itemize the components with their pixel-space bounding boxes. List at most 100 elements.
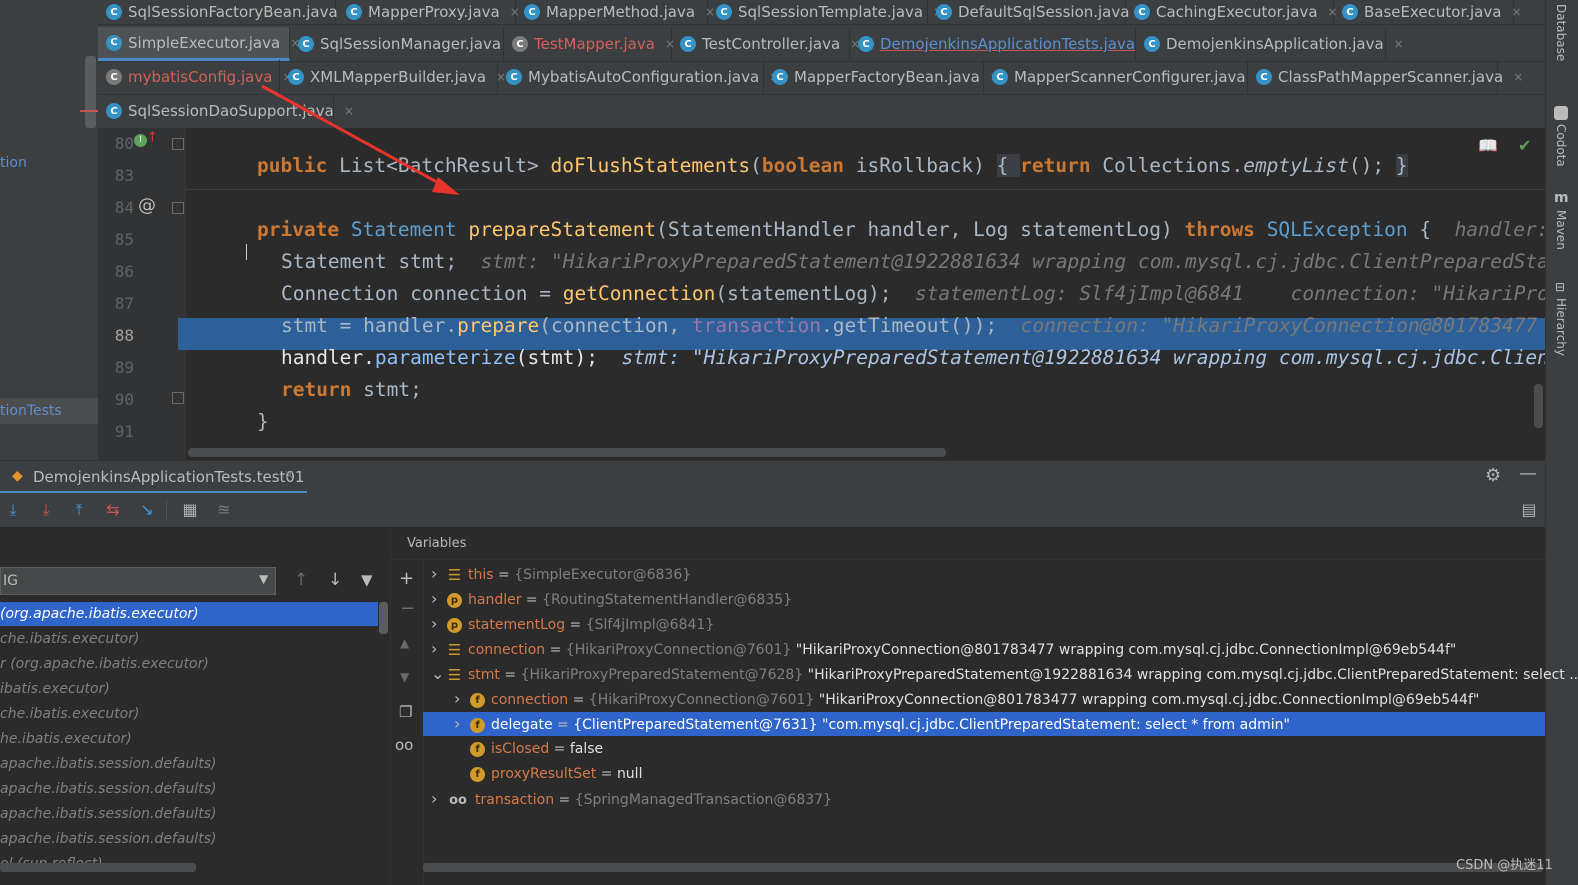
layout-settings-icon[interactable]: ▤ xyxy=(1518,499,1540,521)
hide-panel-icon[interactable]: — xyxy=(1519,463,1537,484)
maven-tool-button[interactable]: Maven xyxy=(1554,210,1568,250)
tab-defaultsqlsession[interactable]: CDefaultSqlSession.java× xyxy=(928,0,1150,24)
frame-item[interactable]: apache.ibatis.session.defaults) xyxy=(0,777,216,801)
expand-chevron-right-icon[interactable]: › xyxy=(431,587,447,611)
editor-horizontal-scrollbar[interactable] xyxy=(188,448,946,457)
close-session-icon[interactable]: × xyxy=(284,468,295,483)
settings-gear-icon[interactable]: ⚙ xyxy=(1485,465,1501,486)
tab-label: DemojenkinsApplication.java xyxy=(1166,35,1384,53)
tab-testmapper[interactable]: C TestMapper.java × xyxy=(504,27,675,61)
database-tool-button[interactable]: Database xyxy=(1554,4,1568,61)
project-scrollbar[interactable] xyxy=(85,56,96,128)
tab-demojenkinsapplicationtests[interactable]: CDemojenkinsApplicationTests.java× xyxy=(850,27,1155,61)
java-class-icon: C xyxy=(992,69,1008,85)
implements-marker-icon[interactable]: I xyxy=(134,134,147,147)
expand-chevron-right-icon[interactable]: › xyxy=(431,562,447,586)
inspection-ok-icon[interactable]: ✔ xyxy=(1518,136,1531,155)
step-over-icon[interactable]: ⤓ xyxy=(2,499,24,521)
frame-item[interactable]: apache.ibatis.session.defaults) xyxy=(0,752,216,776)
tab-mybatisautoconfiguration[interactable]: CMybatisAutoConfiguration.java× xyxy=(498,60,779,94)
frame-item[interactable]: che.ibatis.executor) xyxy=(0,702,139,726)
run-to-cursor-icon[interactable]: ↘ xyxy=(136,499,158,521)
move-up-icon[interactable]: ▲ xyxy=(400,636,409,650)
frame-item[interactable]: ibatis.executor) xyxy=(0,677,110,701)
expand-chevron-right-icon[interactable]: › xyxy=(454,687,470,711)
frame-item[interactable]: r (org.apache.ibatis.executor) xyxy=(0,652,209,676)
project-tree-item-selected[interactable]: tionTests xyxy=(0,403,62,419)
frame-item[interactable]: apache.ibatis.session.defaults) xyxy=(0,802,216,826)
expand-chevron-right-icon[interactable]: › xyxy=(431,612,447,636)
drop-frame-icon[interactable]: ⇆ xyxy=(102,499,124,521)
variable-row-connection[interactable]: › ☰ connection = {HikariProxyConnection@76… xyxy=(423,637,1456,661)
frames-horizontal-scrollbar[interactable] xyxy=(0,863,196,872)
reader-mode-icon[interactable]: 📖 xyxy=(1478,136,1498,155)
tab-xmlmapperbuilder[interactable]: C XMLMapperBuilder.java × xyxy=(280,60,506,94)
variable-row-isclosed[interactable]: f isClosed = false xyxy=(423,737,603,761)
close-tab-icon[interactable]: × xyxy=(344,104,354,118)
variable-row-transaction[interactable]: › oo transaction = {SpringManagedTransacti… xyxy=(423,787,832,811)
fold-icon[interactable] xyxy=(172,138,184,150)
close-tab-icon[interactable]: × xyxy=(1511,5,1521,19)
add-watch-icon[interactable]: + xyxy=(399,568,414,589)
tab-mappermethod[interactable]: C MapperMethod.java × xyxy=(516,0,715,24)
project-tree-item[interactable]: tion xyxy=(0,155,27,171)
step-out-icon[interactable]: ⤒ xyxy=(68,499,90,521)
frame-item[interactable]: apache.ibatis.session.defaults) xyxy=(0,827,216,851)
editor-vertical-scrollbar[interactable] xyxy=(1534,384,1543,428)
tab-simpleexecutor[interactable]: C SimpleExecutor.java × xyxy=(98,27,300,61)
variable-row-proxyresultset[interactable]: f proxyResultSet = null xyxy=(423,762,642,786)
tab-classpathmapperscanner[interactable]: C ClassPathMapperScanner.java × xyxy=(1248,60,1523,94)
frame-item[interactable]: he.ibatis.executor) xyxy=(0,727,132,751)
expand-chevron-right-icon[interactable]: › xyxy=(431,787,447,811)
force-step-into-icon[interactable]: ⤓ xyxy=(35,499,57,521)
move-down-icon[interactable]: ▼ xyxy=(400,670,409,684)
tab-sqlsessionmanager[interactable]: CSqlSessionManager.java× xyxy=(290,27,521,61)
copy-icon[interactable]: ❐ xyxy=(399,703,412,721)
tab-mapperproxy[interactable]: C MapperProxy.java × xyxy=(338,0,520,24)
variable-row-statementlog[interactable]: › p statementLog = {Slf4jImpl@6841} xyxy=(423,612,714,636)
code-editor[interactable]: 80 83 84 85 86 87 88 89 90 91 I ↑ @ public List<B… xyxy=(98,128,1545,460)
variable-row-delegate[interactable]: › f delegate = {ClientPreparedStatement@76… xyxy=(423,712,1545,736)
close-tab-icon[interactable]: × xyxy=(1513,70,1523,84)
frame-item[interactable]: che.ibatis.executor) xyxy=(0,627,139,651)
java-class-icon: C xyxy=(106,103,122,119)
tab-sqlsessiondaosupport[interactable]: C SqlSessionDaoSupport.java × xyxy=(98,94,354,128)
tab-sqlsessiontemplate[interactable]: CSqlSessionTemplate.java× xyxy=(708,0,943,24)
previous-frame-icon[interactable]: ↑ xyxy=(294,570,308,590)
thread-select[interactable]: IG ▼ xyxy=(0,567,276,595)
variable-row-connection[interactable]: › f connection = {HikariProxyConnection@76… xyxy=(423,687,1479,711)
next-frame-icon[interactable]: ↓ xyxy=(328,570,342,590)
fold-icon[interactable] xyxy=(172,202,184,214)
variable-row-this[interactable]: › ☰ this = {SimpleExecutor@6836} xyxy=(423,562,691,586)
variable-row-stmt[interactable]: ⌄ ☰ stmt = {HikariProxyPreparedStatement@7… xyxy=(423,662,1578,686)
tab-mybatisconfig[interactable]: CmybatisConfig.java× xyxy=(98,60,292,94)
tab-cachingexecutor[interactable]: C CachingExecutor.java × xyxy=(1126,0,1338,24)
tab-mapperscannerconfigurer[interactable]: CMapperScannerConfigurer.java× xyxy=(984,60,1266,94)
remove-watch-icon[interactable]: − xyxy=(400,598,415,619)
tab-testcontroller[interactable]: C TestController.java × xyxy=(672,27,860,61)
variables-horizontal-scrollbar[interactable] xyxy=(423,863,1543,872)
tab-sqlsessionfactorybean[interactable]: CSqlSessionFactoryBean.java× xyxy=(98,0,358,24)
hierarchy-icon: ⊟ xyxy=(1555,280,1566,294)
debug-session-tab[interactable]: DemojenkinsApplicationTests.test01 xyxy=(33,468,304,486)
variable-value: "HikariProxyConnection@801783477 wrappin… xyxy=(818,692,1480,708)
expand-chevron-right-icon[interactable]: › xyxy=(454,712,470,736)
evaluate-expression-icon[interactable]: ▦ xyxy=(179,499,201,521)
filter-icon[interactable]: ▼ xyxy=(361,571,373,589)
tab-baseexecutor[interactable]: C BaseExecutor.java × xyxy=(1334,0,1522,24)
expand-chevron-right-icon[interactable]: › xyxy=(431,637,447,661)
java-class-icon: C xyxy=(1144,36,1160,52)
tab-mapperfactorybean[interactable]: CMapperFactoryBean.java× xyxy=(764,60,1000,94)
trace-stream-icon[interactable]: ≊ xyxy=(213,499,235,521)
expand-chevron-down-icon[interactable]: ⌄ xyxy=(431,662,447,686)
variable-row-handler[interactable]: › p handler = {RoutingStatementHandler@683… xyxy=(423,587,792,611)
close-tab-icon[interactable]: × xyxy=(1394,37,1404,51)
watches-glasses-icon[interactable]: oo xyxy=(395,736,413,754)
codota-tool-button[interactable]: Codota xyxy=(1554,124,1568,167)
hierarchy-tool-button[interactable]: Hierarchy xyxy=(1554,298,1568,356)
frame-item-selected[interactable]: (org.apache.ibatis.executor) xyxy=(0,602,378,626)
frames-scrollbar[interactable] xyxy=(379,602,388,634)
tab-demojenkinsapplication[interactable]: C DemojenkinsApplication.java × xyxy=(1136,27,1404,61)
fold-icon[interactable] xyxy=(172,392,184,404)
tab-label: DefaultSqlSession.java xyxy=(958,3,1130,21)
